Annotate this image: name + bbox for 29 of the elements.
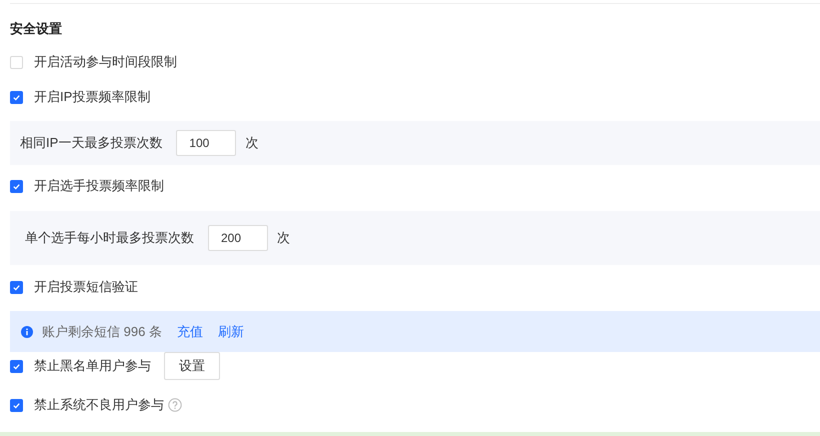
checkbox-label: 开启选手投票频率限制 [34, 177, 164, 196]
notice-text: 账户剩余短信 996 条 [42, 322, 162, 341]
unit-label: 次 [277, 229, 290, 248]
checkbox-label: 禁止黑名单用户参与 [34, 357, 151, 376]
checkbox-label: 开启活动参与时间段限制 [34, 53, 177, 72]
settings-button[interactable]: 设置 [164, 352, 220, 380]
checkbox[interactable] [10, 56, 23, 68]
info-icon [21, 326, 33, 338]
limit-input[interactable]: 100 [176, 130, 236, 156]
checkbox-label: 禁止系统不良用户参与 [34, 396, 164, 414]
check-icon [12, 182, 21, 190]
notice-link[interactable]: 充值 [176, 322, 203, 342]
checkbox[interactable] [10, 90, 23, 104]
check-icon [12, 362, 21, 370]
limit-label: 相同IP一天最多投票次数 [20, 134, 162, 152]
checkbox[interactable] [10, 180, 23, 192]
limit-input[interactable]: 200 [208, 225, 268, 251]
limit-label: 单个选手每小时最多投票次数 [25, 229, 194, 248]
checkbox-label: 开启IP投票频率限制 [34, 88, 150, 106]
checkbox-label: 开启投票短信验证 [34, 278, 138, 296]
unit-label: 次 [245, 134, 258, 152]
checkbox[interactable] [10, 280, 23, 294]
check-icon [12, 92, 21, 102]
section-title: 安全设置 [10, 20, 62, 38]
checkbox[interactable] [10, 398, 23, 412]
check-icon [12, 400, 21, 410]
checkbox[interactable] [10, 360, 23, 372]
check-icon [12, 282, 21, 292]
notice-link[interactable]: 刷新 [218, 322, 244, 342]
